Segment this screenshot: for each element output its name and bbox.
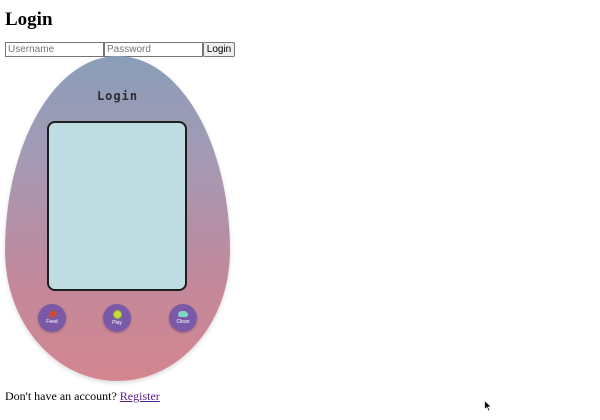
egg-device: Login Feed Play Clean: [5, 56, 230, 381]
username-input[interactable]: [5, 42, 104, 57]
ball-icon: [112, 309, 122, 319]
device-title: Login: [96, 89, 139, 103]
feed-button-label: Feed: [46, 318, 58, 325]
play-button-label: Play: [112, 319, 122, 326]
clean-button-label: Clean: [176, 318, 190, 325]
feed-button[interactable]: Feed: [38, 304, 66, 332]
register-link[interactable]: Register: [120, 389, 160, 403]
register-prompt-text: Don't have an account?: [5, 389, 117, 403]
page-title: Login: [5, 9, 53, 30]
register-prompt: Don't have an account? Register: [5, 389, 160, 403]
login-form: Login: [5, 42, 235, 57]
login-button[interactable]: Login: [203, 42, 235, 57]
clean-button[interactable]: Clean: [169, 304, 197, 332]
soap-icon: [178, 310, 188, 317]
device-screen: [47, 121, 187, 291]
food-icon: [46, 308, 58, 319]
play-button[interactable]: Play: [103, 304, 131, 332]
password-input[interactable]: [104, 42, 203, 57]
mouse-cursor-icon: [484, 400, 493, 412]
